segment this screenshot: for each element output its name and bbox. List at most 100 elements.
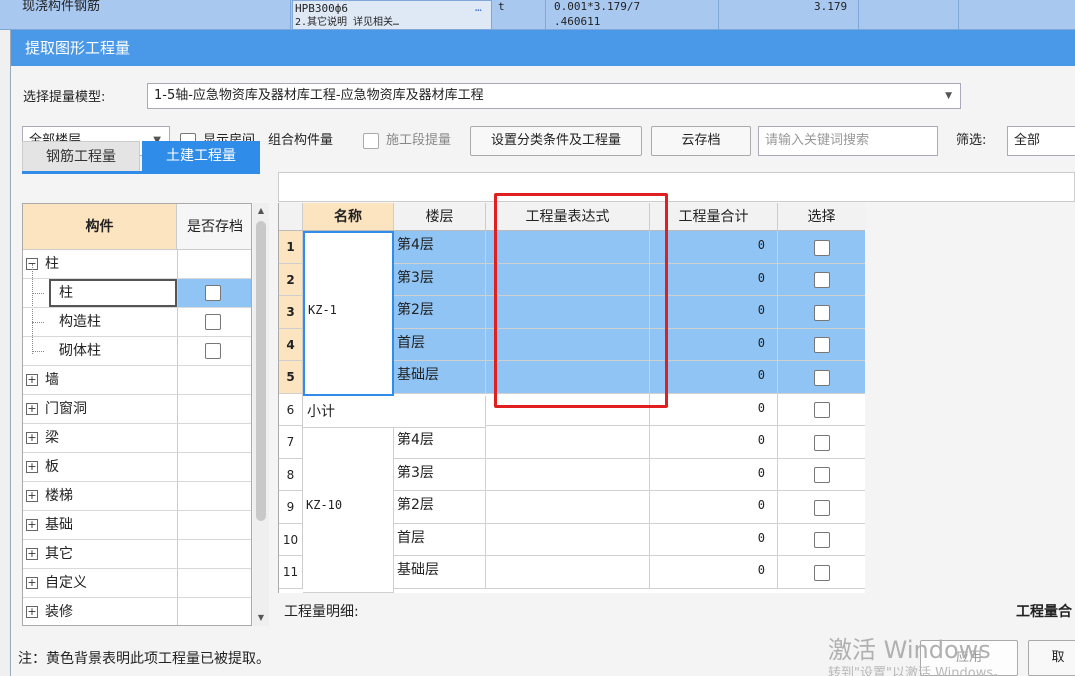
filter-select[interactable]: 全部 [1007,126,1075,156]
tree-item-label: 板 [45,459,59,475]
grid-cell-name-group1[interactable]: KZ-1 [303,231,394,396]
tree-header-saved[interactable]: 是否存档 [177,204,251,250]
tab-rebar-quantity[interactable]: 钢筋工程量 [22,141,140,171]
saved-checkbox[interactable] [205,314,221,330]
select-checkbox[interactable] [814,565,830,581]
grid-cell-total[interactable]: 0 [650,459,778,491]
tree-item-slab[interactable]: + 板 [23,453,251,482]
expand-icon[interactable]: + [26,374,38,386]
tree-item-custom[interactable]: + 自定义 [23,569,251,598]
select-checkbox[interactable] [814,370,830,386]
grid-cell-floor[interactable]: 第4层 [394,231,486,264]
grid-cell-floor[interactable]: 第2层 [394,491,486,524]
saved-checkbox[interactable] [205,343,221,359]
grid-row-number[interactable]: 2 [279,264,303,296]
grid-header-total[interactable]: 工程量合计 [650,203,778,231]
select-checkbox[interactable] [814,305,830,321]
tree-item-decoration[interactable]: + 装修 [23,598,251,625]
grid-header-floor[interactable]: 楼层 [394,203,486,231]
model-select[interactable]: 1-5轴-应急物资库及器材库工程-应急物资库及器材库工程 ▼ [147,83,961,109]
grid-cell-floor[interactable]: 首层 [394,329,486,361]
grid-row-number[interactable]: 4 [279,329,303,361]
select-checkbox[interactable] [814,272,830,288]
tree-item-openings[interactable]: + 门窗洞 [23,395,251,424]
grid-row-number[interactable]: 5 [279,361,303,394]
grid-row-number[interactable]: 9 [279,491,303,524]
saved-checkbox[interactable] [205,285,221,301]
tree-item-masonry-column[interactable]: 砌体柱 [23,337,251,366]
tree-item-saved-cell [177,250,251,278]
expand-icon[interactable]: + [26,490,38,502]
grid-row-number[interactable]: 6 [279,394,303,426]
expand-icon[interactable]: + [26,606,38,618]
grid-cell-expression[interactable] [486,426,650,459]
select-checkbox[interactable] [814,500,830,516]
grid-cell-total[interactable]: 0 [650,296,778,329]
expand-icon[interactable]: + [26,519,38,531]
select-checkbox[interactable] [814,402,830,418]
grid-cell-floor[interactable]: 第2层 [394,296,486,329]
tree-item-other[interactable]: + 其它 [23,540,251,569]
select-checkbox[interactable] [814,467,830,483]
grid-row-number[interactable]: 1 [279,231,303,264]
grid-cell-expression[interactable] [486,491,650,524]
grid-cell-expression[interactable] [486,524,650,556]
scroll-up-icon[interactable]: ▲ [253,203,269,219]
tree-item-foundation[interactable]: + 基础 [23,511,251,540]
expand-icon[interactable]: + [26,548,38,560]
select-checkbox[interactable] [814,240,830,256]
grid-cell-total[interactable]: 0 [650,361,778,394]
grid-cell-floor[interactable]: 第4层 [394,426,486,459]
tree-item-constructional-column[interactable]: 构造柱 [23,308,251,337]
grid-cell-total[interactable]: 0 [650,329,778,361]
dialog-title[interactable]: 提取图形工程量 [11,30,1075,66]
grid-cell-floor[interactable]: 首层 [394,524,486,556]
tree-item-stairs[interactable]: + 楼梯 [23,482,251,511]
grid-cell-total[interactable]: 0 [650,491,778,524]
grid-row-number[interactable]: 3 [279,296,303,329]
select-checkbox[interactable] [814,532,830,548]
grid-cell-floor[interactable]: 第3层 [394,264,486,296]
expand-icon[interactable]: + [26,403,38,415]
grid-cell-total[interactable]: 0 [650,231,778,264]
grid-cell-total[interactable]: 0 [650,394,778,426]
cancel-button[interactable]: 取 [1028,640,1075,676]
bg-cell-desc[interactable]: HPB300ф6 2.其它说明 详见相关… … [292,0,492,30]
grid-cell-floor[interactable]: 基础层 [394,556,486,589]
grid-cell-subtotal[interactable]: 小计 [303,396,486,428]
bg-desc-more-icon[interactable]: … [475,1,482,31]
select-checkbox[interactable] [814,337,830,353]
grid-row-number[interactable]: 7 [279,426,303,459]
tree-scrollbar[interactable]: ▲ ▼ [253,203,269,626]
grid-row-number[interactable]: 8 [279,459,303,491]
grid-header-select[interactable]: 选择 [778,203,865,231]
select-checkbox[interactable] [814,435,830,451]
grid-row-number[interactable]: 11 [279,556,303,589]
grid-cell-expression[interactable] [486,459,650,491]
stage-checkbox[interactable] [363,133,379,149]
tree-item-wall[interactable]: + 墙 [23,366,251,395]
scrollbar-thumb[interactable] [256,221,266,521]
expand-icon[interactable]: + [26,432,38,444]
grid-cell-expression[interactable] [486,556,650,589]
grid-cell-floor[interactable]: 第3层 [394,459,486,491]
tree-item-column[interactable]: 柱 [23,279,251,308]
expand-icon[interactable]: + [26,577,38,589]
tree-item-beam[interactable]: + 梁 [23,424,251,453]
grid-cell-total[interactable]: 0 [650,264,778,296]
tree-item-column-group[interactable]: − 柱 [23,250,251,279]
grid-cell-total[interactable]: 0 [650,556,778,589]
set-classification-button[interactable]: 设置分类条件及工程量 [470,126,642,156]
tab-civil-quantity[interactable]: 土建工程量 [142,141,260,171]
grid-cell-total[interactable]: 0 [650,524,778,556]
grid-cell-floor[interactable]: 基础层 [394,361,486,394]
grid-row-number[interactable]: 10 [279,524,303,556]
grid-cell-total[interactable]: 0 [650,426,778,459]
search-input[interactable]: 请输入关键词搜索 [758,126,938,156]
grid-header-name[interactable]: 名称 [303,203,394,231]
grid-cell-name-group2[interactable]: KZ-10 [303,428,394,593]
scroll-down-icon[interactable]: ▼ [253,610,269,626]
cloud-save-button[interactable]: 云存档 [651,126,751,156]
tree-header-component[interactable]: 构件 [23,204,177,250]
expand-icon[interactable]: + [26,461,38,473]
